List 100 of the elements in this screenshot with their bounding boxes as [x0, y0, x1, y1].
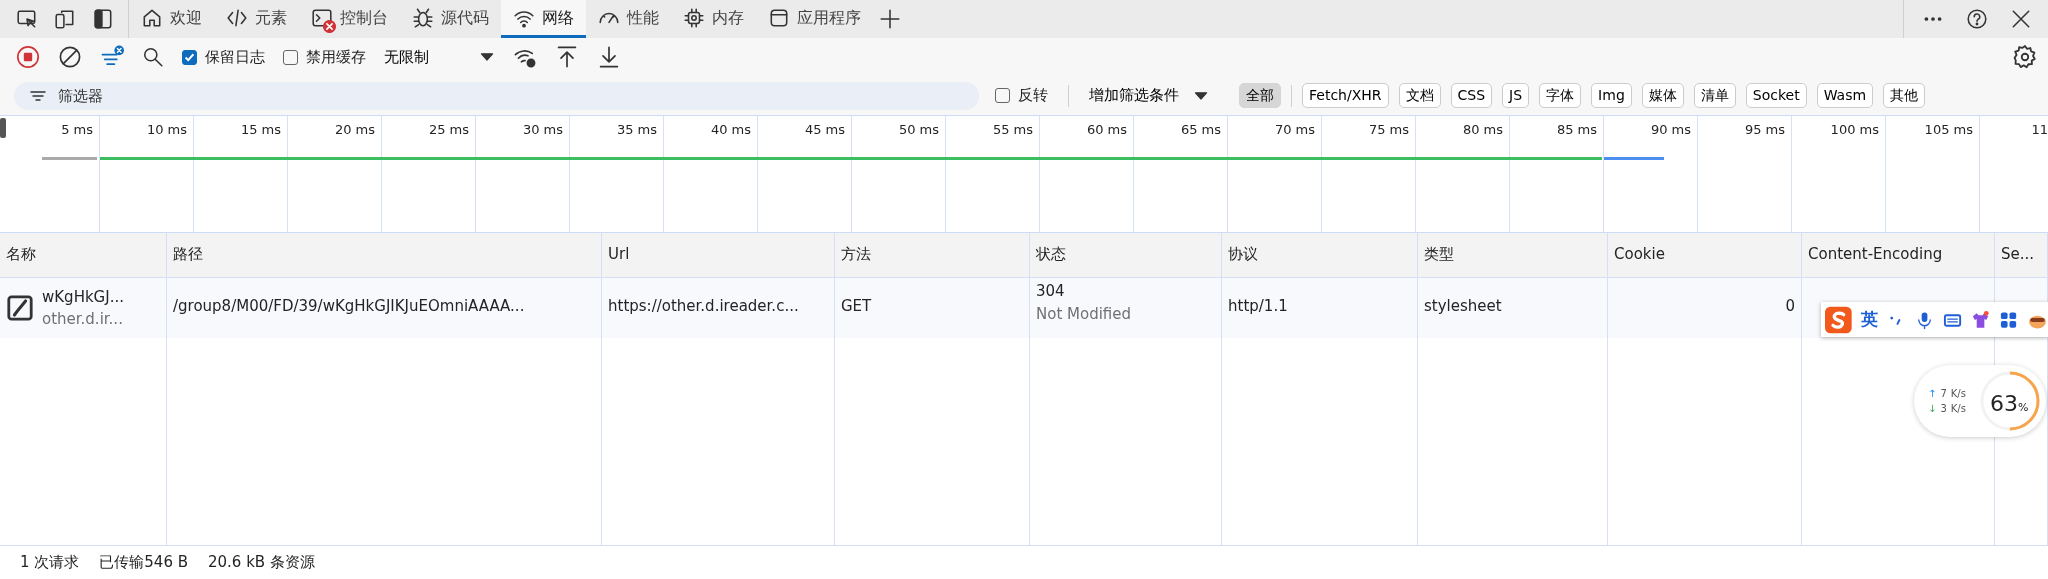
preserve-log-label[interactable]: 保留日志 — [205, 45, 265, 69]
time-tick: 95 ms — [1744, 122, 1785, 137]
time-tick: 90 ms — [1650, 122, 1691, 137]
download-icon[interactable] — [597, 45, 621, 69]
tab[interactable]: 控制台 — [299, 0, 400, 38]
table-cell: http/1.1 — [1228, 297, 1288, 315]
shirt-icon[interactable] — [1970, 309, 1990, 330]
close-icon[interactable] — [2010, 8, 2032, 30]
timeline-handle[interactable] — [0, 118, 6, 138]
status-code: 304 — [1036, 281, 1066, 302]
time-tick: 11 — [2031, 122, 2048, 137]
type-filter-chip[interactable]: 全部 — [1239, 83, 1281, 108]
tab[interactable]: 欢迎 — [129, 0, 214, 38]
column-header[interactable]: Cookie — [1614, 245, 1665, 263]
time-tick: 55 ms — [992, 122, 1033, 137]
table-cell: GET — [841, 297, 872, 315]
upload-icon[interactable] — [555, 45, 579, 69]
settings-icon[interactable] — [2012, 44, 2038, 70]
time-tick: 75 ms — [1368, 122, 1409, 137]
type-filter-chip[interactable]: Wasm — [1816, 83, 1874, 108]
type-filter-chip[interactable]: 其他 — [1883, 83, 1926, 108]
type-filter-chip[interactable]: Img — [1591, 83, 1632, 108]
tab[interactable]: 源代码 — [400, 0, 501, 38]
time-tick: 45 ms — [804, 122, 845, 137]
type-filter-chip[interactable]: JS — [1502, 83, 1530, 108]
time-tick: 50 ms — [898, 122, 939, 137]
column-header[interactable]: Url — [608, 245, 630, 263]
type-filter-chip[interactable]: 媒体 — [1641, 83, 1684, 108]
status-text: Not Modified — [1036, 303, 1133, 325]
table-cell: /group8/M00/FD/39/wKgHkGJIKJuEOmniAAAA... — [173, 297, 525, 315]
throttling-dropdown[interactable]: 无限制 — [384, 45, 495, 69]
add-tab-icon[interactable] — [879, 8, 901, 30]
request-name[interactable]: wKgHkGJ... — [42, 285, 124, 308]
speed-value: 7 — [1940, 387, 1947, 401]
column-header[interactable]: 状态 — [1036, 245, 1066, 263]
chip-icon — [683, 6, 705, 29]
filter-field[interactable]: 筛选器 — [14, 81, 979, 110]
time-tick: 65 ms — [1180, 122, 1221, 137]
table-cell: stylesheet — [1424, 297, 1502, 315]
table-cell: https://other.d.ireader.c... — [608, 297, 799, 315]
time-tick: 20 ms — [334, 122, 375, 137]
type-filter-chip[interactable]: 清单 — [1693, 83, 1736, 108]
tab[interactable]: 性能 — [586, 0, 671, 38]
tab[interactable]: 网络 — [501, 0, 586, 38]
clear-icon[interactable] — [58, 45, 82, 69]
disable-cache-label[interactable]: 禁用缓存 — [306, 45, 366, 69]
record-icon[interactable] — [16, 45, 40, 69]
time-tick: 105 ms — [1924, 122, 1973, 137]
status-text: 1 次请求 — [20, 552, 80, 574]
time-tick: 30 ms — [522, 122, 563, 137]
stylesheet-icon — [6, 294, 34, 322]
invert-label[interactable]: 反转 — [1018, 84, 1048, 107]
table-cell: 0 — [1785, 297, 1795, 315]
usage-unit: % — [2017, 401, 2029, 416]
tab[interactable]: 内存 — [671, 0, 756, 38]
more-filters-dropdown[interactable]: 增加筛选条件 — [1089, 84, 1209, 107]
tab[interactable]: 应用程序 — [756, 0, 873, 38]
column-header[interactable]: 方法 — [841, 245, 871, 263]
speed-arrow: ↑ — [1928, 387, 1937, 401]
search-icon[interactable] — [142, 46, 164, 68]
status-text: 已传输546 B — [99, 552, 188, 574]
device-icon[interactable] — [54, 8, 76, 30]
type-filter-chip[interactable]: 文档 — [1398, 83, 1441, 108]
column-header[interactable]: 协议 — [1228, 245, 1258, 263]
request-domain: other.d.ir... — [42, 309, 124, 330]
time-tick: 85 ms — [1556, 122, 1597, 137]
type-filter-chip[interactable]: Fetch/XHR — [1302, 83, 1389, 108]
input-mode-toggle[interactable]: 英 — [1860, 306, 1878, 333]
type-filter-chip[interactable]: CSS — [1450, 83, 1493, 108]
type-filter-chip[interactable]: Socket — [1745, 83, 1807, 108]
time-tick: 60 ms — [1086, 122, 1127, 137]
time-tick: 25 ms — [428, 122, 469, 137]
time-tick: 100 ms — [1830, 122, 1879, 137]
time-tick: 5 ms — [61, 122, 93, 137]
input-method-logo-icon[interactable] — [1825, 305, 1852, 334]
checkbox[interactable] — [995, 88, 1010, 103]
column-header[interactable]: 名称 — [6, 245, 36, 263]
column-header[interactable]: 路径 — [173, 245, 203, 263]
speed-unit: K/s — [1950, 402, 1966, 416]
time-tick: 10 ms — [146, 122, 187, 137]
timeline-bar — [1604, 157, 1664, 160]
column-header[interactable]: 类型 — [1424, 245, 1454, 263]
help-icon[interactable] — [1966, 8, 1988, 30]
apps-grid-icon[interactable] — [1998, 309, 2018, 330]
type-filter-chip[interactable]: 字体 — [1539, 83, 1582, 108]
timeline-bar — [42, 157, 97, 160]
bug-icon — [412, 6, 434, 29]
checkbox[interactable] — [283, 49, 298, 65]
time-tick: 70 ms — [1274, 122, 1315, 137]
time-tick: 40 ms — [710, 122, 751, 137]
tab[interactable]: 元素 — [214, 0, 299, 38]
speed-value: 3 — [1940, 402, 1947, 416]
checkbox[interactable] — [182, 49, 197, 65]
speed-unit: K/s — [1950, 387, 1966, 401]
time-tick: 35 ms — [616, 122, 657, 137]
usage-value: 63 — [1989, 390, 2018, 418]
inspect-icon[interactable] — [16, 8, 38, 30]
time-tick: 15 ms — [240, 122, 281, 137]
sidebar-icon[interactable] — [92, 8, 114, 30]
time-tick: 80 ms — [1462, 122, 1503, 137]
